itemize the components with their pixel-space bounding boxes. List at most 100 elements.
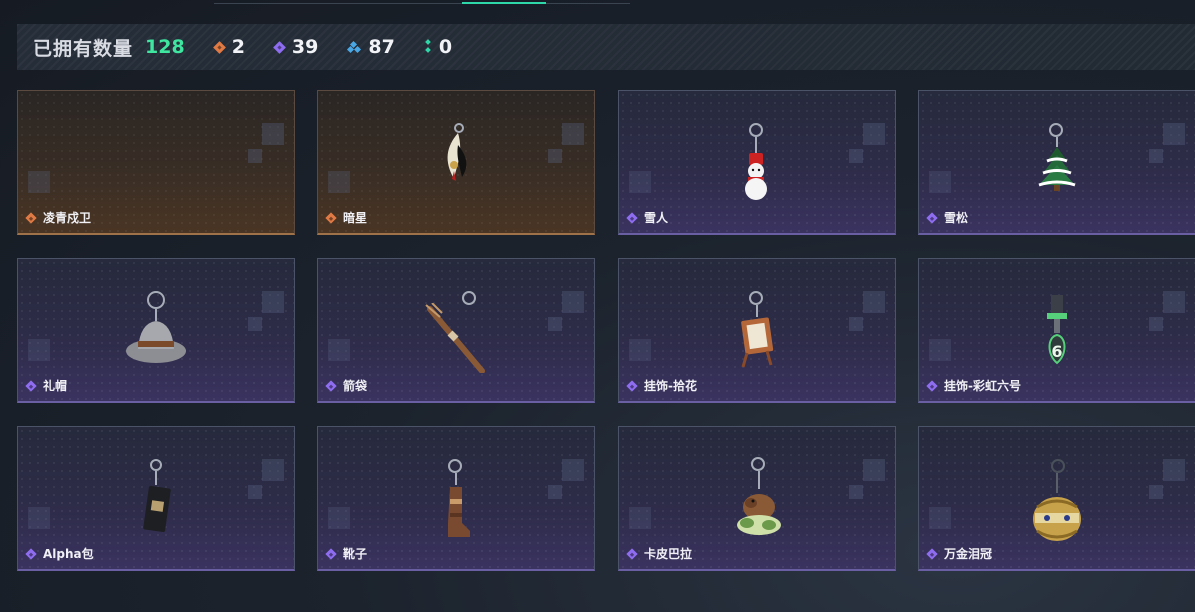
card-decoration (629, 339, 651, 361)
card-decoration (548, 459, 584, 511)
active-tab-indicator[interactable] (462, 2, 546, 4)
card-decoration (328, 507, 350, 529)
top-tab-bar (0, 0, 1195, 6)
item-name: 雪人 (644, 211, 669, 225)
item-label: 卡皮巴拉 (626, 545, 693, 562)
item-card[interactable]: 挂饰-拾花 (618, 258, 896, 403)
item-label: 箭袋 (325, 377, 368, 394)
item-label: 凌青戍卫 (25, 209, 92, 226)
card-decoration (929, 507, 951, 529)
item-label: 挂饰-彩虹六号 (926, 377, 1021, 394)
purple-diamond-icon (325, 547, 337, 560)
item-label: 雪松 (926, 209, 969, 226)
card-decoration (1149, 123, 1185, 175)
card-decoration (1149, 459, 1185, 511)
feather-charm-icon (416, 123, 496, 213)
item-card[interactable]: 凌青戍卫 (17, 90, 295, 235)
card-decoration (548, 123, 584, 175)
item-label: Alpha包 (25, 545, 94, 562)
stat-purple: 39 (273, 36, 319, 58)
item-name: Alpha包 (43, 547, 94, 561)
stat-green: 0 (424, 36, 453, 58)
item-card[interactable]: 卡皮巴拉 (618, 426, 896, 571)
item-label: 暗星 (325, 209, 368, 226)
stat-orange: 2 (212, 36, 245, 58)
card-decoration (248, 123, 284, 175)
snowman-charm-icon (717, 123, 797, 213)
stat-blue-count: 87 (368, 36, 395, 58)
item-card[interactable]: 万金泪冠 (918, 426, 1195, 571)
item-name: 雪松 (944, 211, 969, 225)
stat-green-count: 0 (438, 36, 453, 58)
orange-diamond-icon (325, 211, 337, 224)
card-decoration (849, 291, 885, 343)
item-card[interactable]: 暗星 (317, 90, 595, 235)
card-decoration (629, 171, 651, 193)
card-decoration (28, 507, 50, 529)
item-name: 凌青戍卫 (43, 211, 92, 225)
item-label: 万金泪冠 (926, 545, 993, 562)
card-decoration (248, 291, 284, 343)
card-decoration (328, 339, 350, 361)
purple-diamond-icon (626, 547, 638, 560)
orange-diamond-icon (25, 211, 37, 224)
tab-divider (214, 3, 630, 4)
rainbow-six-charm-icon: 6 (1017, 291, 1097, 381)
golden-crown-charm-icon (1017, 459, 1097, 549)
purple-diamond-icon (25, 379, 37, 392)
card-decoration (248, 459, 284, 511)
purple-diamond-icon (626, 211, 638, 224)
item-card[interactable]: Alpha包 (17, 426, 295, 571)
purple-diamond-icon (926, 211, 938, 224)
item-name: 箭袋 (343, 379, 368, 393)
card-decoration (849, 459, 885, 511)
item-name: 暗星 (343, 211, 368, 225)
boot-charm-icon (416, 459, 496, 549)
purple-diamond-icon (926, 379, 938, 392)
blue-triangle-icon (347, 40, 362, 54)
picture-frame-charm-icon (717, 291, 797, 381)
card-decoration (28, 339, 50, 361)
item-card[interactable]: 雪松 (918, 90, 1195, 235)
svg-text:6: 6 (1051, 342, 1062, 361)
item-name: 卡皮巴拉 (644, 547, 693, 561)
card-decoration (929, 171, 951, 193)
item-card[interactable]: 6 挂饰-彩虹六号 (918, 258, 1195, 403)
owned-count-bar: 已拥有数量 128 2 39 87 0 (17, 24, 1195, 70)
green-dots-icon (424, 39, 431, 54)
purple-diamond-icon (25, 547, 37, 560)
card-decoration (548, 291, 584, 343)
purple-diamond-icon (325, 379, 337, 392)
item-name: 挂饰-彩虹六号 (944, 379, 1021, 393)
purple-diamond-icon (926, 547, 938, 560)
hat-charm-icon (116, 291, 196, 381)
quiver-charm-icon (416, 291, 496, 381)
item-label: 靴子 (325, 545, 368, 562)
item-card[interactable]: 靴子 (317, 426, 595, 571)
card-decoration (929, 339, 951, 361)
purple-diamond-icon (273, 40, 286, 54)
card-decoration (28, 171, 50, 193)
pine-tree-charm-icon (1017, 123, 1097, 213)
item-card[interactable]: 雪人 (618, 90, 896, 235)
card-decoration (849, 123, 885, 175)
item-name: 靴子 (343, 547, 368, 561)
bag-charm-icon (116, 459, 196, 549)
stat-blue: 87 (347, 36, 395, 58)
owned-count-total: 128 (145, 36, 185, 58)
item-card[interactable]: 箭袋 (317, 258, 595, 403)
item-name: 万金泪冠 (944, 547, 993, 561)
card-decoration (328, 171, 350, 193)
capybara-charm-icon (717, 457, 797, 549)
item-card[interactable]: 礼帽 (17, 258, 295, 403)
item-name: 挂饰-拾花 (644, 379, 697, 393)
stat-orange-count: 2 (231, 36, 245, 58)
item-name: 礼帽 (43, 379, 68, 393)
card-decoration (1149, 291, 1185, 343)
stat-purple-count: 39 (291, 36, 319, 58)
card-decoration (629, 507, 651, 529)
owned-count-label: 已拥有数量 (33, 37, 134, 60)
item-label: 雪人 (626, 209, 669, 226)
item-label: 礼帽 (25, 377, 68, 394)
item-label: 挂饰-拾花 (626, 377, 697, 394)
